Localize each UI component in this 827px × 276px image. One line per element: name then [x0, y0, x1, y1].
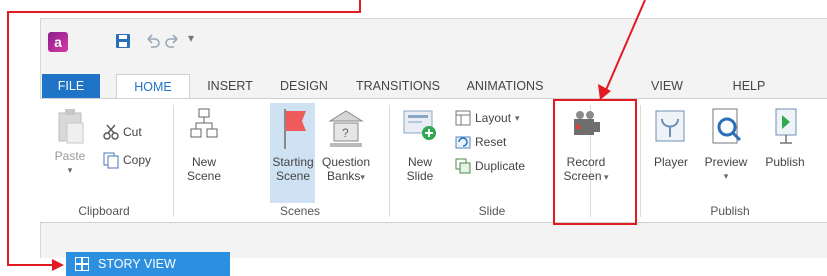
customize-qat-icon[interactable]: ▾ — [188, 31, 202, 49]
layout-button[interactable]: Layout ▾ — [454, 109, 520, 127]
question-banks-label-1: Question — [321, 155, 371, 169]
starting-scene-label-1: Starting — [272, 155, 314, 169]
new-scene-icon — [190, 108, 218, 138]
quick-access-toolbar: a ▾ — [40, 26, 240, 58]
tab-insert[interactable]: INSERT — [198, 74, 262, 98]
story-view-button[interactable]: STORY VIEW — [66, 252, 230, 276]
new-slide-label-2: Slide — [406, 169, 434, 183]
save-icon[interactable] — [114, 32, 132, 50]
layout-icon — [455, 110, 471, 126]
new-slide-icon — [403, 110, 436, 140]
separator — [173, 105, 174, 217]
redo-icon[interactable] — [164, 32, 182, 50]
duplicate-label: Duplicate — [475, 159, 526, 173]
separator — [640, 105, 641, 217]
slide-group-label: Slide — [478, 204, 506, 218]
highlight-box — [553, 99, 637, 225]
starting-scene-button[interactable]: Starting Scene — [271, 105, 315, 183]
flag-icon — [284, 109, 306, 149]
scenes-group-label: Scenes — [279, 204, 321, 218]
new-scene-label-2: Scene — [186, 169, 222, 183]
preview-icon — [712, 108, 742, 144]
tab-design[interactable]: DESIGN — [268, 74, 340, 98]
layout-label: Layout — [475, 111, 512, 125]
player-icon — [655, 110, 685, 142]
reset-icon — [455, 136, 471, 149]
preview-caret-icon: ▾ — [723, 171, 729, 181]
tab-animations[interactable]: ANIMATIONS — [456, 74, 554, 98]
clipboard-group-label: Clipboard — [78, 204, 130, 218]
cut-label: Cut — [123, 125, 142, 139]
paste-icon — [58, 109, 84, 144]
cut-icon — [103, 124, 119, 140]
story-view-icon — [75, 257, 89, 271]
reset-button[interactable]: Reset — [454, 133, 506, 151]
ribbon-tabs: FILE HOME INSERT DESIGN TRANSITIONS ANIM… — [40, 74, 827, 99]
preview-label: Preview — [704, 155, 748, 169]
preview-button[interactable]: Preview ▾ — [700, 105, 752, 183]
player-label: Player — [653, 155, 688, 169]
app-logo-icon: a — [48, 32, 68, 52]
question-banks-icon: ? — [328, 110, 364, 147]
question-banks-label-2: Banks▾ — [327, 169, 365, 183]
question-banks-button[interactable]: ? Question Banks▾ — [311, 105, 381, 184]
tab-transitions[interactable]: TRANSITIONS — [348, 74, 448, 98]
cut-button[interactable]: Cut — [102, 123, 142, 141]
new-scene-label-1: New — [191, 155, 216, 169]
new-scene-button[interactable]: New Scene — [180, 105, 228, 183]
tab-home[interactable]: HOME — [116, 74, 190, 99]
arrow-to-story-view-head — [52, 259, 64, 271]
publish-group-label: Publish — [710, 204, 750, 218]
undo-icon[interactable] — [143, 32, 161, 50]
tab-help[interactable]: HELP — [724, 74, 774, 98]
duplicate-icon — [455, 158, 471, 174]
tab-file[interactable]: FILE — [42, 74, 100, 98]
publish-icon — [775, 108, 797, 144]
paste-caret-icon: ▾ — [67, 165, 73, 175]
reset-label: Reset — [475, 135, 507, 149]
top-strip — [0, 0, 827, 18]
separator — [389, 105, 390, 217]
publish-button[interactable]: Publish — [756, 105, 814, 169]
copy-icon — [103, 152, 119, 169]
starting-scene-label-2: Scene — [275, 169, 311, 183]
new-slide-button[interactable]: New Slide — [398, 105, 442, 183]
svg-text:?: ? — [342, 126, 349, 140]
ribbon: Paste ▾ Cut Copy Clipboard New Scene Sta… — [40, 98, 827, 223]
paste-button[interactable]: Paste ▾ — [44, 105, 96, 177]
layout-caret-icon: ▾ — [515, 112, 520, 123]
copy-button[interactable]: Copy — [102, 151, 151, 169]
copy-label: Copy — [123, 153, 152, 167]
tab-view[interactable]: VIEW — [642, 74, 692, 98]
story-view-label: STORY VIEW — [98, 257, 176, 271]
player-button[interactable]: Player — [648, 105, 694, 169]
paste-label: Paste — [54, 149, 86, 163]
publish-label: Publish — [765, 155, 805, 169]
new-slide-label-1: New — [407, 155, 432, 169]
duplicate-button[interactable]: Duplicate — [454, 157, 525, 175]
